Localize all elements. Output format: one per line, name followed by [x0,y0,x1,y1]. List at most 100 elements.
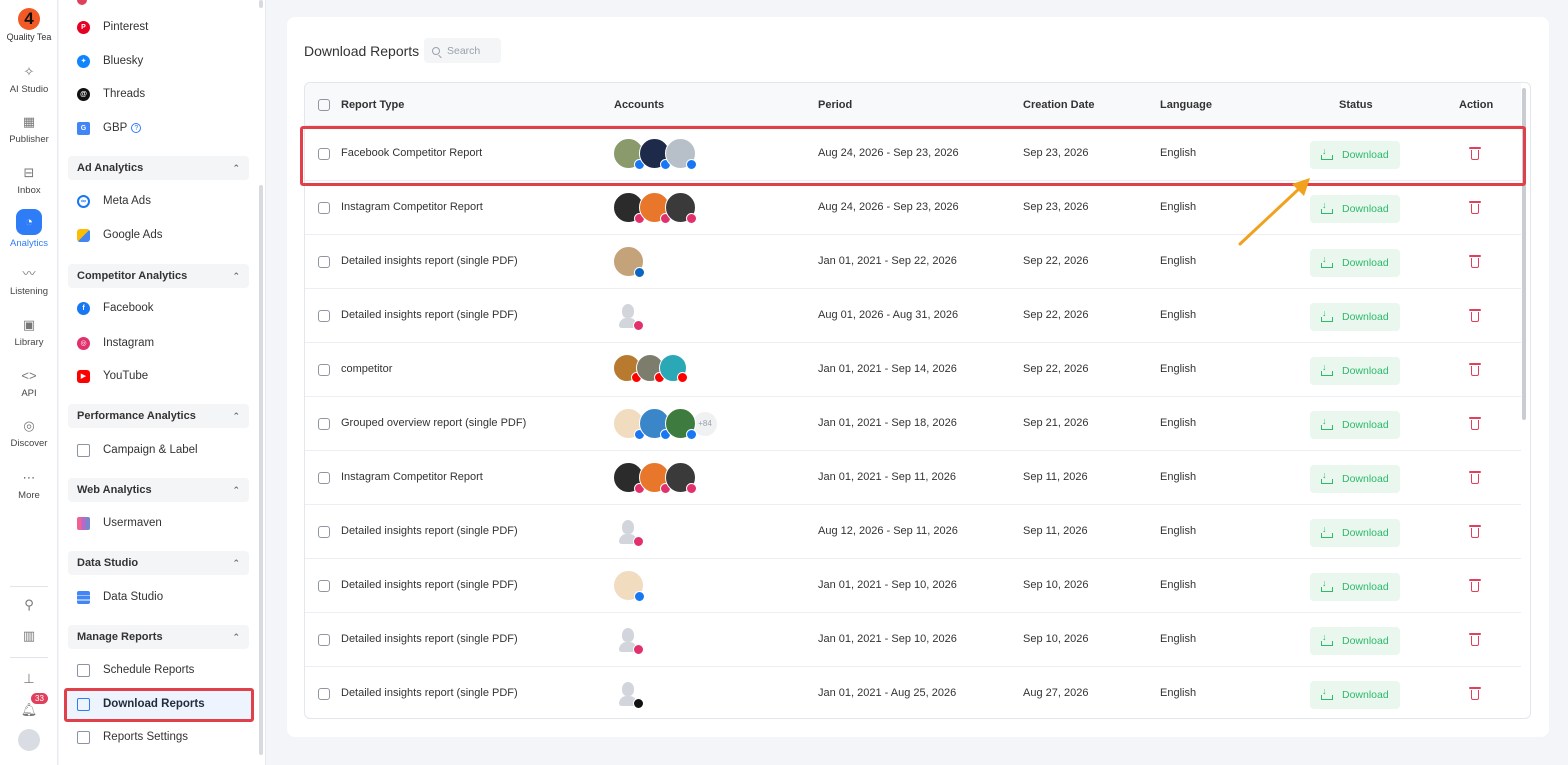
table-row[interactable]: competitor Jan 01, 2021 - Sep 14, 2026 S… [305,343,1521,397]
rail-item-more[interactable]: ⋯ More [0,470,58,501]
sidebar-item-google-ads[interactable]: Google Ads [77,223,247,247]
report-type: Detailed insights report (single PDF) [341,255,518,267]
row-checkbox[interactable] [318,418,330,430]
sidebar-scrollbar[interactable] [259,185,263,755]
section-manage-reports[interactable]: Manage Reports ⌃ [68,625,249,649]
row-checkbox[interactable] [318,688,330,700]
sidebar-item-download-reports[interactable]: Download Reports [77,692,247,716]
report-type: Detailed insights report (single PDF) [341,687,518,699]
report-period: Jan 01, 2021 - Sep 10, 2026 [818,633,957,645]
rail-item-library[interactable]: ▣ Library [0,317,58,348]
section-web-analytics[interactable]: Web Analytics ⌃ [68,478,249,502]
table-row[interactable]: Instagram Competitor Report Aug 24, 2026… [305,181,1521,235]
delete-icon[interactable] [1469,255,1481,269]
row-checkbox[interactable] [318,310,330,322]
row-checkbox[interactable] [318,256,330,268]
row-checkbox[interactable] [318,202,330,214]
sidebar-item-pinterest[interactable]: P Pinterest [77,15,247,39]
table-row[interactable]: Grouped overview report (single PDF) +84… [305,397,1521,451]
download-button[interactable]: Download [1310,249,1400,277]
account-avatar [613,570,645,602]
download-button[interactable]: Download [1310,627,1400,655]
table-row[interactable]: Detailed insights report (single PDF) Ja… [305,235,1521,289]
table-row[interactable]: Detailed insights report (single PDF) Ja… [305,613,1521,667]
download-button[interactable]: Download [1310,411,1400,439]
creation-date: Sep 10, 2026 [1023,579,1089,591]
delete-icon[interactable] [1469,417,1481,431]
report-type: Grouped overview report (single PDF) [341,417,527,429]
sidebar-item-youtube[interactable]: ▶ YouTube [77,364,247,388]
workflow-icon[interactable]: ⚲ [0,597,58,613]
table-row[interactable]: Detailed insights report (single PDF) Ja… [305,559,1521,613]
row-checkbox[interactable] [318,580,330,592]
delete-icon[interactable] [1469,201,1481,215]
sidebar-item-meta-ads[interactable]: ∞ Meta Ads [77,189,247,213]
report-period: Jan 01, 2021 - Sep 14, 2026 [818,363,957,375]
sidebar-item-facebook[interactable]: f Facebook [77,296,247,320]
account-avatar [665,462,697,494]
user-avatar[interactable] [18,729,40,751]
section-ad-analytics[interactable]: Ad Analytics ⌃ [68,156,249,180]
section-data-studio[interactable]: Data Studio ⌃ [68,551,249,575]
download-button[interactable]: Download [1310,303,1400,331]
sidebar-item-schedule-reports[interactable]: Schedule Reports [77,658,247,682]
section-performance-analytics[interactable]: Performance Analytics ⌃ [68,404,249,428]
delete-icon[interactable] [1469,309,1481,323]
bell-icon[interactable]: 🔔︎ [0,702,58,718]
row-checkbox[interactable] [318,472,330,484]
delete-icon[interactable] [1469,363,1481,377]
download-button[interactable]: Download [1310,519,1400,547]
stamp-icon[interactable]: ⊥ [0,671,58,687]
select-all-checkbox[interactable] [318,99,330,111]
row-checkbox[interactable] [318,526,330,538]
download-button[interactable]: Download [1310,357,1400,385]
table-row[interactable]: Detailed insights report (single PDF) Au… [305,289,1521,343]
search-input[interactable]: Search [424,38,501,63]
account-avatars [613,516,644,548]
rail-item-publisher[interactable]: ▦ Publisher [0,114,58,145]
sidebar-item-threads[interactable]: @ Threads [77,82,247,106]
sidebar-item-gbp[interactable]: G GBP ? [77,116,247,140]
rail-item-ai-studio[interactable]: ✧ AI Studio [0,64,58,95]
workspace-logo[interactable]: 4 Quality Tea [0,8,58,42]
download-button[interactable]: Download [1310,573,1400,601]
report-language: English [1160,417,1197,429]
delete-icon[interactable] [1469,471,1481,485]
sidebar-item-reports-settings[interactable]: Reports Settings [77,725,247,749]
rail-item-api[interactable]: <> API [0,368,58,399]
download-button[interactable]: Download [1310,465,1400,493]
report-type: Detailed insights report (single PDF) [341,525,518,537]
delete-icon[interactable] [1469,633,1481,647]
section-competitor-analytics[interactable]: Competitor Analytics ⌃ [68,264,249,288]
rss-icon: 〰 [22,266,36,281]
download-icon [1321,200,1333,214]
help-icon[interactable]: ? [131,123,142,133]
rail-item-analytics[interactable]: ◔ Analytics [0,209,58,249]
delete-icon[interactable] [1469,525,1481,539]
sidebar-item-usermaven[interactable]: Usermaven [77,511,247,535]
rail-item-inbox[interactable]: ⊟ Inbox [0,165,58,196]
delete-icon[interactable] [1469,579,1481,593]
sparkle-icon: ✧ [23,64,35,79]
sidebar-item-campaign-label[interactable]: Campaign & Label [77,438,247,462]
account-avatars [613,678,644,710]
creation-date: Sep 23, 2026 [1023,201,1089,213]
download-button[interactable]: Download [1310,195,1400,223]
delete-icon[interactable] [1469,687,1481,701]
download-button[interactable]: Download [1310,681,1400,709]
sidebar-item-instagram[interactable]: ◎ Instagram [77,331,247,355]
report-type: Instagram Competitor Report [341,201,483,213]
chevron-up-icon: ⌃ [232,631,240,642]
report-language: English [1160,201,1197,213]
sidebar-item-bluesky[interactable]: ✦ Bluesky [77,49,247,73]
table-row[interactable]: Instagram Competitor Report Jan 01, 2021… [305,451,1521,505]
table-row[interactable]: Detailed insights report (single PDF) Au… [305,505,1521,559]
download-icon [1321,308,1333,322]
row-checkbox[interactable] [318,634,330,646]
rail-item-listening[interactable]: 〰 Listening [0,266,58,297]
row-checkbox[interactable] [318,364,330,376]
book-icon[interactable]: ▥ [0,628,58,644]
table-row[interactable]: Detailed insights report (single PDF) Ja… [305,667,1521,718]
sidebar-item-data-studio[interactable]: Data Studio [77,585,247,609]
rail-item-discover[interactable]: ◎ Discover [0,418,58,449]
